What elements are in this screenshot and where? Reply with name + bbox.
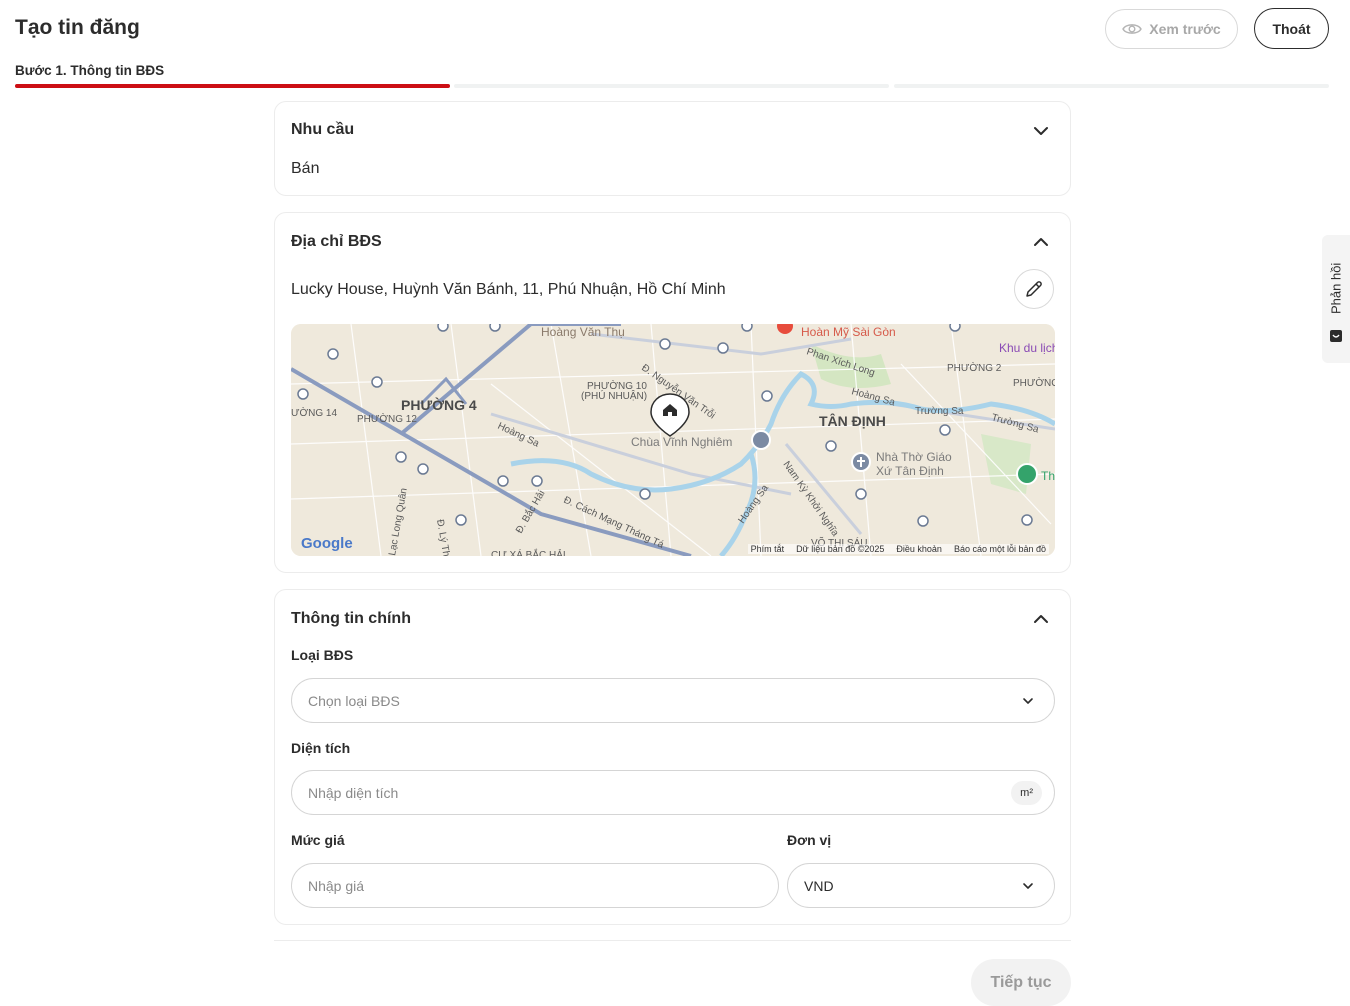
map-label: PHƯỜNG 4	[401, 396, 477, 413]
map-label: ƯỜNG 14	[291, 406, 337, 419]
step-label: Bước 1. Thông tin BĐS	[15, 63, 165, 78]
chevron-down-icon[interactable]	[1032, 122, 1050, 140]
preview-button[interactable]: Xem trước	[1105, 9, 1238, 49]
feedback-tab[interactable]: Phản hồi	[1322, 235, 1350, 363]
main-info-card: Thông tin chính Loại BĐS Chọn loại BĐS D…	[274, 589, 1071, 925]
map-label: PHƯỜNG 12	[357, 412, 417, 425]
address-value: Lucky House, Huỳnh Văn Bánh, 11, Phú Nhu…	[291, 281, 726, 298]
price-placeholder: Nhập giá	[308, 877, 365, 894]
pencil-icon	[1026, 281, 1042, 297]
need-title: Nhu cầu	[291, 121, 355, 138]
main-info-title: Thông tin chính	[291, 610, 411, 627]
eye-icon	[1122, 24, 1143, 34]
unit-select[interactable]: VND	[787, 863, 1055, 908]
property-type-placeholder: Chọn loại BĐS	[308, 692, 400, 709]
map-label: Trường Sa	[915, 406, 964, 417]
map-report-link[interactable]: Báo cáo một lỗi bản đồ	[954, 544, 1046, 554]
map-label: Nhà Thờ Giáo	[876, 450, 952, 464]
chevron-up-icon[interactable]	[1032, 233, 1050, 251]
price-label: Mức giá	[291, 832, 345, 848]
step-progress-2	[454, 84, 889, 88]
need-card: Nhu cầu Bán	[274, 101, 1071, 196]
map-canvas[interactable]: Hoàng Văn Thụ Hoàn Mỹ Sài Gòn Khu du lịc…	[291, 324, 1055, 556]
map-label: (PHÚ NHUẬN)	[581, 389, 647, 402]
area-label: Diện tích	[291, 740, 351, 756]
step-progress-3	[894, 84, 1329, 88]
map-label: Hoàng Văn Thụ	[541, 325, 625, 339]
map-label: TÂN ĐỊNH	[819, 412, 886, 429]
next-button[interactable]: Tiếp tục	[971, 959, 1071, 1006]
area-unit-badge: m²	[1011, 781, 1042, 805]
map-label: Th	[1041, 469, 1055, 483]
page-header: Tạo tin đăng Xem trước Thoát Bước 1. Thô…	[0, 0, 1350, 90]
price-input[interactable]: Nhập giá	[291, 863, 779, 908]
feedback-icon	[1330, 330, 1342, 342]
chevron-down-icon	[1023, 883, 1033, 889]
step-progress-fill	[15, 84, 450, 88]
address-card: Địa chỉ BĐS Lucky House, Huỳnh Văn Bánh,…	[274, 212, 1071, 573]
map-label: CƯ XÁ BẮC HẢI	[491, 548, 566, 556]
map-label: Chùa Vĩnh Nghiêm	[631, 435, 732, 449]
area-placeholder: Nhập diện tích	[308, 784, 399, 801]
map-label: Xứ Tân Định	[876, 464, 944, 478]
chevron-down-icon	[1023, 698, 1033, 704]
address-map[interactable]: Hoàng Văn Thụ Hoàn Mỹ Sài Gòn Khu du lịc…	[291, 324, 1055, 556]
page-title: Tạo tin đăng	[15, 16, 140, 39]
chevron-up-icon[interactable]	[1032, 610, 1050, 628]
zoo-marker[interactable]	[1016, 463, 1038, 485]
temple-marker[interactable]	[751, 430, 771, 450]
map-terms-link[interactable]: Điều khoản	[896, 544, 942, 554]
map-label: PHƯỜNG 2	[947, 361, 1002, 374]
unit-value: VND	[804, 877, 834, 894]
map-shortcuts-link[interactable]: Phím tắt	[751, 544, 785, 554]
google-logo: Google	[301, 535, 353, 552]
footer-divider	[274, 940, 1071, 941]
map-footer: Phím tắt Dữ liệu bản đồ ©2025 Điều khoản…	[747, 544, 1049, 554]
need-value[interactable]: Bán	[291, 160, 319, 178]
preview-label: Xem trước	[1149, 21, 1221, 37]
area-input[interactable]: Nhập diện tích m²	[291, 770, 1055, 815]
feedback-label: Phản hồi	[1328, 262, 1344, 314]
map-label: Hoàn Mỹ Sài Gòn	[801, 325, 896, 339]
map-data-text: Dữ liệu bản đồ ©2025	[796, 544, 885, 554]
map-label: PHƯỜNG	[1013, 376, 1055, 389]
exit-button[interactable]: Thoát	[1254, 8, 1329, 49]
edit-address-button[interactable]	[1014, 269, 1054, 309]
address-title: Địa chỉ BĐS	[291, 233, 382, 250]
unit-label: Đơn vị	[787, 832, 832, 848]
step-progress-1	[15, 84, 450, 88]
property-type-label: Loại BĐS	[291, 647, 354, 663]
map-label: Khu du lịch	[999, 341, 1055, 355]
property-type-select[interactable]: Chọn loại BĐS	[291, 678, 1055, 723]
